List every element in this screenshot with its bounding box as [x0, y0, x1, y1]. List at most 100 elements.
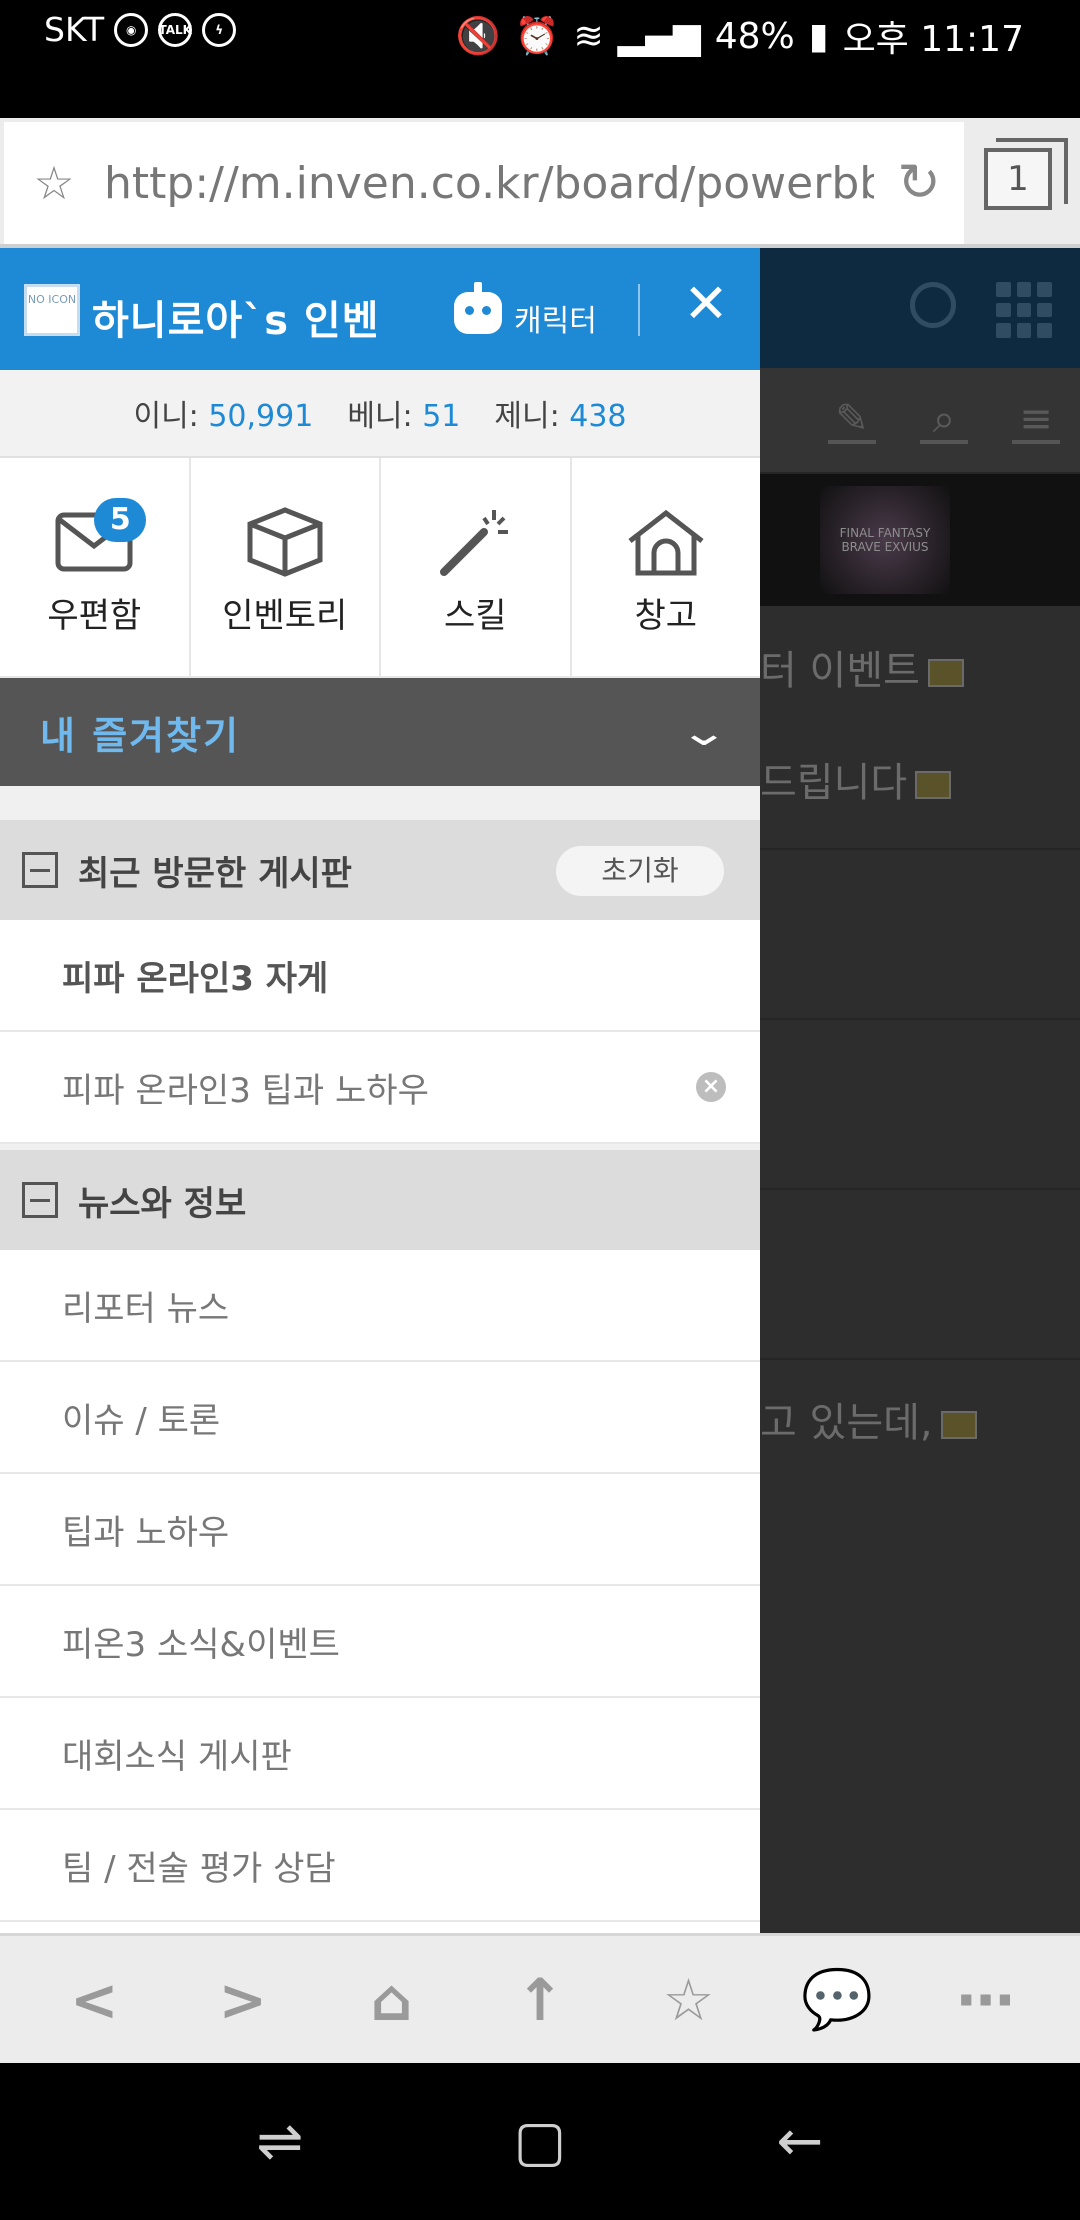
mail-badge: 5: [94, 498, 147, 542]
remove-icon[interactable]: ×: [696, 1072, 726, 1102]
bg-line-3-text: 고 있는데,: [760, 1400, 933, 1446]
recent-boards-header[interactable]: 최근 방문한 게시판 초기화: [0, 820, 760, 920]
bookmark-icon[interactable]: ☆: [649, 1960, 729, 2040]
tabs-button[interactable]: 1: [984, 138, 1068, 210]
messenger-icon: ϟ: [202, 12, 237, 47]
forward-icon[interactable]: >: [203, 1960, 283, 2040]
character-button[interactable]: 캐릭터: [514, 296, 597, 340]
news-board-label: 팁과 노하우: [62, 1512, 230, 1553]
news-section-header[interactable]: 뉴스와 정보: [0, 1150, 760, 1250]
news-board-item[interactable]: 팀 / 전술 평가 상담: [0, 1810, 760, 1922]
storage-label: 창고: [634, 596, 698, 636]
drawer-header: NO ICON 하니로아`s 인벤 캐릭터 ✕: [0, 248, 760, 370]
star-icon[interactable]: ☆: [4, 122, 104, 244]
alarm-icon: ⏰: [514, 16, 560, 57]
bg-toolbar: ✎ ⌕ ≡: [760, 368, 1080, 474]
ini-currency: 이니: 50,991: [133, 391, 313, 435]
inventory-label: 인벤토리: [222, 596, 348, 636]
url-box[interactable]: ☆ http://m.inven.co.kr/board/powerbbs. ↻: [4, 122, 964, 244]
more-icon[interactable]: ⋯: [946, 1960, 1026, 2040]
quick-menu-inventory[interactable]: 인벤토리: [191, 458, 381, 676]
news-board-item[interactable]: 팁과 노하우: [0, 1474, 760, 1586]
skill-label: 스킬: [443, 596, 507, 636]
news-board-item[interactable]: 피온3 소식&이벤트: [0, 1586, 760, 1698]
reload-icon[interactable]: ↻: [874, 122, 964, 244]
close-icon[interactable]: ✕: [680, 277, 732, 331]
news-board-label: 대회소식 게시판: [62, 1736, 292, 1777]
news-board-label: 리포터 뉴스: [62, 1288, 230, 1329]
background-page: ✎ ⌕ ≡ FINAL FANTASY BRAVE EXVIUS 터 이벤트 드…: [760, 248, 1080, 1933]
currency-bar: 이니: 50,991 베니: 51 제니: 438: [0, 370, 760, 458]
quick-menu-storage[interactable]: 창고: [572, 458, 761, 676]
wifi-icon: ≋: [573, 15, 604, 57]
bg-line-2: 드립니다: [760, 750, 952, 808]
news-board-item[interactable]: 리포터 뉴스: [0, 1250, 760, 1362]
beni-currency: 베니: 51: [347, 391, 460, 435]
bot-icon: ◉: [114, 12, 149, 47]
collapse-icon[interactable]: [22, 1182, 58, 1218]
url-text[interactable]: http://m.inven.co.kr/board/powerbbs.: [104, 158, 874, 209]
menu-icon: ≡: [1012, 396, 1060, 444]
power-icon: [910, 282, 956, 328]
mute-icon: 🔇: [455, 16, 501, 57]
image-icon: [940, 1411, 977, 1439]
bg-header: [760, 248, 1080, 368]
search-icon: ⌕: [920, 396, 968, 444]
mailbox-label: 우편함: [47, 596, 142, 636]
bg-separator: [760, 1018, 1080, 1020]
bg-line-3: 고 있는데,: [760, 1390, 977, 1448]
back-button-icon[interactable]: ←: [760, 2109, 840, 2174]
status-right: 🔇 ⏰ ≋ ▂▄▆ 48% ▮ 오후 11:17: [456, 10, 1024, 62]
news-board-item[interactable]: 대회소식 게시판: [0, 1698, 760, 1810]
chevron-down-icon: ⌄: [678, 710, 730, 754]
tab-count: 1: [1007, 159, 1029, 199]
url-bar: ☆ http://m.inven.co.kr/board/powerbbs. ↻…: [0, 118, 1080, 248]
image-icon: [915, 771, 952, 799]
jeni-currency: 제니: 438: [494, 391, 626, 435]
house-icon: [626, 502, 706, 582]
news-section-title: 뉴스와 정보: [78, 1183, 247, 1224]
bg-line-1-text: 터 이벤트: [760, 648, 920, 694]
signal-icon: ▂▄▆: [617, 15, 701, 57]
browser-bottom-nav: < > ⌂ ↑ ☆ 💬 ⋯: [0, 1933, 1080, 2063]
beni-label: 베니:: [347, 399, 413, 434]
carrier-label: SKT: [44, 10, 105, 49]
jeni-label: 제니:: [494, 399, 560, 434]
news-board-label: 팀 / 전술 평가 상담: [62, 1848, 336, 1889]
back-icon[interactable]: <: [54, 1960, 134, 2040]
bg-line-2-text: 드립니다: [760, 760, 908, 806]
home-button-icon[interactable]: ▢: [500, 2109, 580, 2174]
jeni-value: 438: [569, 399, 627, 434]
grid-menu-icon: [996, 282, 1052, 338]
scroll-top-icon[interactable]: ↑: [500, 1960, 580, 2040]
recent-board-item[interactable]: 피파 온라인3 팁과 노하우 ×: [0, 1032, 760, 1144]
collapse-icon[interactable]: [22, 852, 58, 888]
chat-icon[interactable]: 💬: [797, 1960, 877, 2040]
quick-menu-mailbox[interactable]: 5 우편함: [0, 458, 191, 676]
robot-icon[interactable]: [454, 292, 502, 334]
spacer: [0, 786, 760, 820]
recent-apps-icon[interactable]: ⇌: [240, 2109, 320, 2174]
recent-board-item[interactable]: 피파 온라인3 자게: [0, 920, 760, 1032]
recent-boards-title: 최근 방문한 게시판: [78, 853, 352, 894]
favorites-toggle[interactable]: 내 즐겨찾기 ⌄: [0, 678, 760, 786]
recent-board-label: 피파 온라인3 자게: [62, 958, 329, 999]
quick-menu-skill[interactable]: 스킬: [381, 458, 572, 676]
favorites-title: 내 즐겨찾기: [40, 713, 241, 758]
ini-value: 50,991: [208, 399, 314, 434]
pencil-icon: ✎: [828, 396, 876, 444]
ini-label: 이니:: [133, 399, 199, 434]
bg-line-1: 터 이벤트: [760, 638, 964, 696]
reset-button[interactable]: 초기화: [556, 846, 724, 896]
header-divider: [638, 284, 640, 336]
box-icon: [245, 502, 325, 582]
news-board-label: 피온3 소식&이벤트: [62, 1624, 340, 1665]
news-board-item[interactable]: 이슈 / 토론: [0, 1362, 760, 1474]
android-nav-bar: ⇌ ▢ ←: [0, 2063, 1080, 2220]
avatar[interactable]: NO ICON: [24, 284, 80, 336]
battery-percent: 48%: [714, 15, 795, 57]
clock: 오후 11:17: [842, 19, 1024, 60]
home-icon[interactable]: ⌂: [351, 1960, 431, 2040]
bg-separator: [760, 1188, 1080, 1190]
news-board-label: 이슈 / 토론: [62, 1400, 221, 1441]
